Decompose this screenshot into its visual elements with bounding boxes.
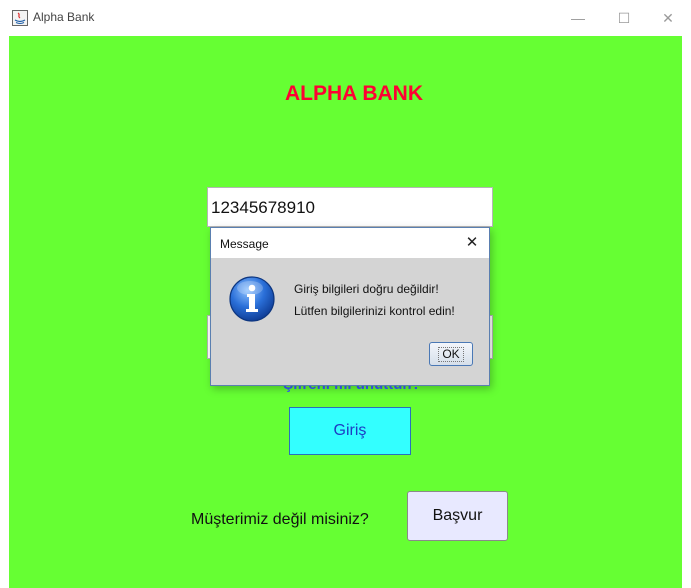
- dialog-title: Message: [220, 237, 269, 251]
- not-customer-label: Müşterimiz değil misiniz?: [191, 511, 369, 528]
- ok-button[interactable]: OK: [429, 342, 473, 366]
- dialog-message-line-1: Giriş bilgileri doğru değildir!: [294, 282, 439, 296]
- java-app-icon: [12, 10, 28, 26]
- dialog-close-button[interactable]: ✕: [463, 233, 481, 251]
- window-title: Alpha Bank: [33, 10, 95, 24]
- dialog-message-line-2: Lütfen bilgilerinizi kontrol edin!: [294, 304, 455, 318]
- message-dialog: Message ✕ Giriş bilgileri doğru değildir…: [210, 227, 490, 386]
- ok-button-label: OK: [438, 346, 464, 362]
- window-titlebar: Alpha Bank — ☐ ✕: [0, 0, 691, 36]
- dialog-titlebar: Message ✕: [211, 228, 489, 258]
- info-icon: [229, 276, 275, 322]
- bank-title: ALPHA BANK: [284, 82, 424, 105]
- close-window-button[interactable]: ✕: [645, 6, 691, 30]
- login-button[interactable]: Giriş: [289, 407, 411, 455]
- maximize-button[interactable]: ☐: [601, 6, 647, 30]
- minimize-button[interactable]: —: [555, 6, 601, 30]
- apply-button[interactable]: Başvur: [407, 491, 508, 541]
- customer-id-input[interactable]: 12345678910: [207, 187, 493, 227]
